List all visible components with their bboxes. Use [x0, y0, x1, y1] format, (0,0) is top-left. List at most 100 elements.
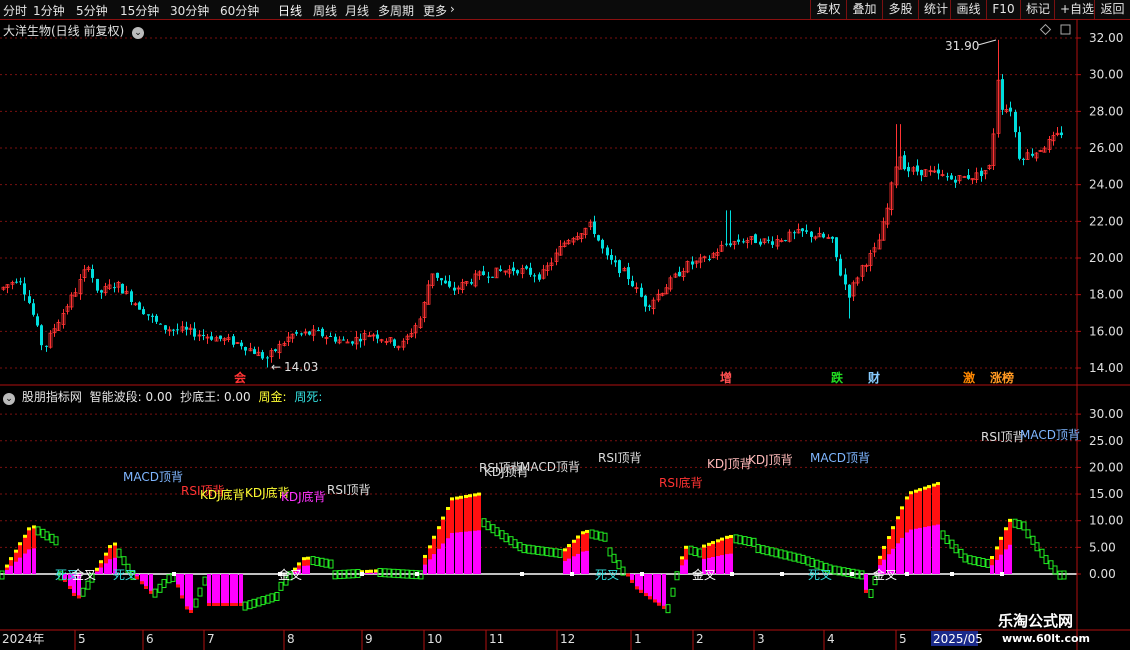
- indicator-bar-red: [23, 536, 27, 554]
- indicator-box: [539, 546, 545, 556]
- indicator-bar-red: [450, 499, 454, 533]
- indicator-bar-red: [144, 585, 148, 589]
- date-cursor-label: 2025/05: [933, 632, 983, 646]
- indicator-bar-red: [932, 485, 936, 526]
- indicator-bar-red: [716, 541, 720, 557]
- indicator-box: [161, 579, 167, 589]
- candle-body-down: [176, 329, 179, 331]
- indicator-bar-cap: [99, 560, 103, 564]
- candle-body-down: [644, 295, 647, 307]
- price-tick-label: 14.00: [1089, 361, 1123, 375]
- indicator-bar-red: [108, 547, 112, 560]
- indicator-box: [0, 570, 5, 580]
- candle-body-down: [376, 334, 379, 339]
- indicator-box: [166, 574, 172, 584]
- indicator-box: [742, 536, 748, 546]
- indicator-bar: [230, 574, 234, 606]
- indicator-bar-red: [113, 544, 117, 558]
- indicator-bar-red: [428, 547, 432, 560]
- candle-body-down: [351, 341, 354, 344]
- candle-body-down: [1031, 153, 1034, 156]
- indicator-bar-red: [68, 585, 72, 589]
- indicator-bar-red: [900, 508, 904, 538]
- indicator-bar-red: [648, 596, 652, 600]
- indicator-bar-red: [180, 595, 184, 599]
- kline-chart-canvas[interactable]: 32.0030.0028.0026.0024.0022.0020.0018.00…: [0, 0, 1130, 650]
- zero-marker: [360, 572, 364, 576]
- indicator-bar-cap: [437, 526, 441, 530]
- indicator-bar-red: [432, 537, 436, 555]
- indicator-tick-label: 30.00: [1089, 407, 1123, 421]
- indicator-box: [944, 535, 950, 545]
- candle-body-down: [295, 332, 298, 334]
- signal-label: MACD顶背: [123, 470, 183, 484]
- indicator-bar-red: [927, 487, 931, 527]
- indicator-bar-red: [896, 518, 900, 544]
- candle-body-down: [36, 316, 39, 326]
- candle-body-down: [907, 166, 910, 172]
- indicator-box: [382, 568, 388, 578]
- candle-body-down: [342, 339, 345, 341]
- indicator-box: [755, 544, 761, 554]
- indicator-bar-red: [212, 602, 216, 606]
- indicator-bar-red: [990, 558, 994, 566]
- zero-marker: [905, 572, 909, 576]
- candle-body-down: [848, 284, 851, 298]
- price-tick-label: 26.00: [1089, 141, 1123, 155]
- indicator-bar-cap: [23, 534, 27, 538]
- indicator-bar-red: [32, 527, 36, 549]
- indicator-bar-red: [477, 494, 481, 531]
- indicator-box: [665, 604, 671, 614]
- candle-body-down: [219, 335, 222, 339]
- zero-marker: [780, 572, 784, 576]
- candle-body-down: [172, 329, 175, 331]
- indicator-bar-red: [572, 541, 576, 557]
- indicator-bar-cap: [927, 485, 931, 489]
- indicator-bar-red: [626, 573, 630, 577]
- chevron-down-icon[interactable]: ⌄: [3, 393, 15, 405]
- price-tick-label: 16.00: [1089, 324, 1123, 338]
- candle-body-down: [593, 221, 596, 234]
- indicator-tick-label: 5.00: [1089, 540, 1116, 554]
- indicator-bar-red: [630, 579, 634, 583]
- indicator-bar-red: [702, 546, 706, 559]
- candle-body-down: [151, 315, 154, 317]
- indicator-bar-cap: [9, 557, 13, 561]
- indicator-bar-red: [657, 602, 661, 606]
- watermark-url: www.60lt.com: [1002, 632, 1091, 645]
- candle-body-down: [45, 345, 48, 347]
- indicator-bar-cap: [432, 535, 436, 539]
- candle-body-down: [937, 169, 940, 174]
- indicator-bar-red: [882, 547, 886, 560]
- indicator-tick-label: 25.00: [1089, 434, 1123, 448]
- indicator-bar-cap: [113, 542, 117, 546]
- indicator-bar-cap: [365, 569, 369, 573]
- indicator-box: [418, 570, 424, 580]
- stock-name: 大洋生物(日线 前复权): [3, 24, 125, 38]
- indicator-name: 股朋指标网: [21, 390, 82, 404]
- event-marker: 跌: [831, 370, 844, 385]
- indicator-bar: [180, 574, 184, 599]
- indicator-bar-cap: [680, 556, 684, 560]
- stock-title[interactable]: 大洋生物(日线 前复权) ⌄: [3, 22, 145, 39]
- indicator-box: [1025, 529, 1031, 539]
- indicator-bar-red: [207, 602, 211, 606]
- candle-body-down: [627, 267, 630, 280]
- indicator-bar-red: [662, 605, 666, 609]
- indicator-bar-red: [707, 544, 711, 558]
- zero-marker: [570, 572, 574, 576]
- candle-body-down: [453, 287, 456, 291]
- chevron-down-icon[interactable]: ⌄: [132, 27, 145, 39]
- indicator-bar-cap: [468, 494, 472, 498]
- indicator-box: [976, 557, 982, 567]
- indicator-bar-red: [140, 581, 144, 585]
- indicator-bar-red: [18, 544, 22, 558]
- candle-body-down: [835, 237, 838, 258]
- indicator-bar-red: [905, 498, 909, 533]
- candle-body-down: [210, 336, 213, 340]
- indicator-bar-cap: [999, 536, 1003, 540]
- indicator-bar-cap: [729, 534, 733, 538]
- indicator-box: [809, 558, 815, 568]
- zero-marker: [1000, 572, 1004, 576]
- candle-body-down: [164, 325, 167, 330]
